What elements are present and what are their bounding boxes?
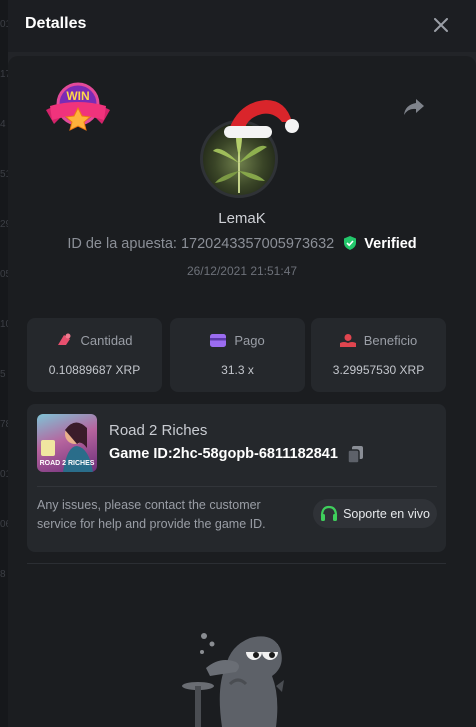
game-id-label: Game ID: xyxy=(109,446,173,462)
stat-label: Cantidad xyxy=(80,333,133,348)
verified-label: Verified xyxy=(364,236,417,252)
bet-id-row: ID de la apuesta: 1720243357005973632 Ve… xyxy=(8,236,476,252)
bet-details-modal: Detalles WIN LemaK ID de la apuesta: 172… xyxy=(8,0,476,727)
game-id: Game ID:2hc-58gopb-6811182841 xyxy=(109,446,338,462)
modal-header: Detalles xyxy=(8,0,476,52)
game-thumbnail-title: ROAD 2 RICHES xyxy=(39,460,95,467)
headset-icon xyxy=(320,505,338,521)
support-label: Soporte en vivo xyxy=(343,506,430,521)
help-text: Any issues, please contact the customer … xyxy=(37,498,266,531)
verified-shield-icon xyxy=(344,236,357,250)
stat-value: 31.3 x xyxy=(221,363,254,377)
stat-label: Beneficio xyxy=(363,333,418,348)
wallet-card-icon xyxy=(210,334,227,347)
stat-value: 0.10889687 XRP xyxy=(48,363,141,377)
modal-title: Detalles xyxy=(25,15,87,32)
close-button[interactable] xyxy=(428,12,454,38)
stat-label: Pago xyxy=(234,333,265,348)
game-id-value: 2hc-58gopb-6811182841 xyxy=(172,446,338,462)
section-divider xyxy=(27,563,446,564)
bet-id-value: 1720243357005973632 xyxy=(180,236,335,252)
live-support-button[interactable]: Soporte en vivo xyxy=(313,499,437,528)
bet-id-label: ID de la apuesta: xyxy=(67,236,177,252)
svg-text:WIN: WIN xyxy=(66,89,89,103)
background-content: 0117 451 2905 105 7801 068 xyxy=(0,19,8,580)
bet-timestamp: 26/12/2021 21:51:47 xyxy=(186,264,298,278)
stat-profit: Beneficio 3.29957530 XRP xyxy=(311,318,446,392)
stat-amount: Cantidad 0.10889687 XRP xyxy=(27,318,162,392)
santa-hat-icon xyxy=(224,100,299,138)
divider xyxy=(37,486,437,487)
win-badge-icon: WIN xyxy=(46,82,110,131)
stat-value: 3.29957530 XRP xyxy=(332,363,425,377)
game-thumbnail[interactable]: ROAD 2 RICHES xyxy=(37,414,97,472)
dinosaur-mascot-icon xyxy=(182,633,284,727)
close-icon xyxy=(434,18,448,32)
share-icon[interactable] xyxy=(402,96,426,118)
game-card: ROAD 2 RICHES Road 2 Riches Game ID:2hc-… xyxy=(27,404,446,552)
copy-icon[interactable] xyxy=(348,446,364,463)
username: LemaK xyxy=(218,210,266,227)
stat-payout: Pago 31.3 x xyxy=(170,318,305,392)
game-name: Road 2 Riches xyxy=(109,422,208,439)
coin-bag-icon xyxy=(58,333,71,345)
profit-hand-icon xyxy=(339,334,356,347)
